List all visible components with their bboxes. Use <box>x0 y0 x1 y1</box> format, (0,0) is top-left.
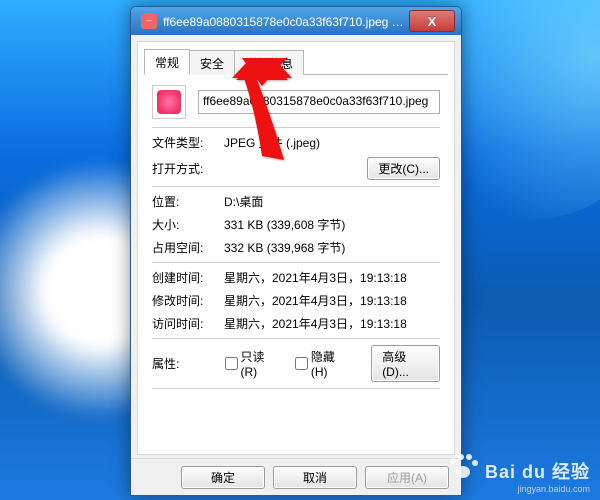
separator <box>152 338 440 339</box>
change-button[interactable]: 更改(C)... <box>367 157 440 180</box>
dialog-buttons: 确定 取消 应用(A) <box>131 458 461 495</box>
tab-strip: 常规 安全 详细信息 <box>144 48 448 75</box>
readonly-input[interactable] <box>225 357 238 370</box>
image-icon <box>157 90 181 114</box>
close-button[interactable]: X <box>409 10 455 32</box>
value-location: D:\桌面 <box>224 193 440 210</box>
watermark-brand: Bai du 经验 <box>485 462 590 482</box>
value-size-on-disk: 332 KB (339,968 字节) <box>224 239 440 256</box>
readonly-label: 只读(R) <box>241 348 277 379</box>
watermark: Bai du 经验 jingyan.baidu.com <box>485 458 590 494</box>
properties-dialog: ~ ff6ee89a0880315878e0c0a33f63f710.jpeg … <box>130 6 462 496</box>
tab-details[interactable]: 详细信息 <box>234 50 304 75</box>
label-size: 大小: <box>152 216 224 233</box>
title-icon: ~ <box>141 13 157 29</box>
desktop-background: ~ ff6ee89a0880315878e0c0a33f63f710.jpeg … <box>0 0 600 500</box>
value-filetype: JPEG 文件 (.jpeg) <box>224 134 440 151</box>
readonly-checkbox[interactable]: 只读(R) <box>225 348 277 379</box>
hidden-label: 隐藏(H) <box>311 348 347 379</box>
label-accessed: 访问时间: <box>152 315 224 332</box>
advanced-button[interactable]: 高级(D)... <box>371 345 440 382</box>
value-modified: 星期六，2021年4月3日，19:13:18 <box>224 292 440 309</box>
separator <box>152 127 440 128</box>
ok-button[interactable]: 确定 <box>181 466 265 489</box>
label-filetype: 文件类型: <box>152 134 224 151</box>
watermark-paw-icon <box>446 452 480 482</box>
label-location: 位置: <box>152 193 224 210</box>
apply-button[interactable]: 应用(A) <box>365 466 449 489</box>
titlebar[interactable]: ~ ff6ee89a0880315878e0c0a33f63f710.jpeg … <box>131 7 461 35</box>
filename-field[interactable]: ff6ee89a0880315878e0c0a33f63f710.jpeg <box>198 90 440 114</box>
hidden-input[interactable] <box>295 357 308 370</box>
file-thumbnail <box>152 85 186 119</box>
client-area: 常规 安全 详细信息 ff6ee89a0880315878e0c0a33f63f… <box>137 41 455 455</box>
general-pane: ff6ee89a0880315878e0c0a33f63f710.jpeg 文件… <box>138 75 454 401</box>
separator <box>152 186 440 187</box>
cancel-button[interactable]: 取消 <box>273 466 357 489</box>
label-created: 创建时间: <box>152 269 224 286</box>
hidden-checkbox[interactable]: 隐藏(H) <box>295 348 347 379</box>
value-created: 星期六，2021年4月3日，19:13:18 <box>224 269 440 286</box>
watermark-url: jingyan.baidu.com <box>485 484 590 494</box>
separator <box>152 262 440 263</box>
value-accessed: 星期六，2021年4月3日，19:13:18 <box>224 315 440 332</box>
label-opens-with: 打开方式: <box>152 160 224 177</box>
separator <box>152 388 440 389</box>
tab-security[interactable]: 安全 <box>189 50 235 75</box>
label-attributes: 属性: <box>152 355 219 372</box>
window-title: ff6ee89a0880315878e0c0a33f63f710.jpeg 属性 <box>163 13 409 30</box>
value-size: 331 KB (339,608 字节) <box>224 216 440 233</box>
label-modified: 修改时间: <box>152 292 224 309</box>
tab-general[interactable]: 常规 <box>144 49 190 75</box>
label-size-on-disk: 占用空间: <box>152 239 224 256</box>
